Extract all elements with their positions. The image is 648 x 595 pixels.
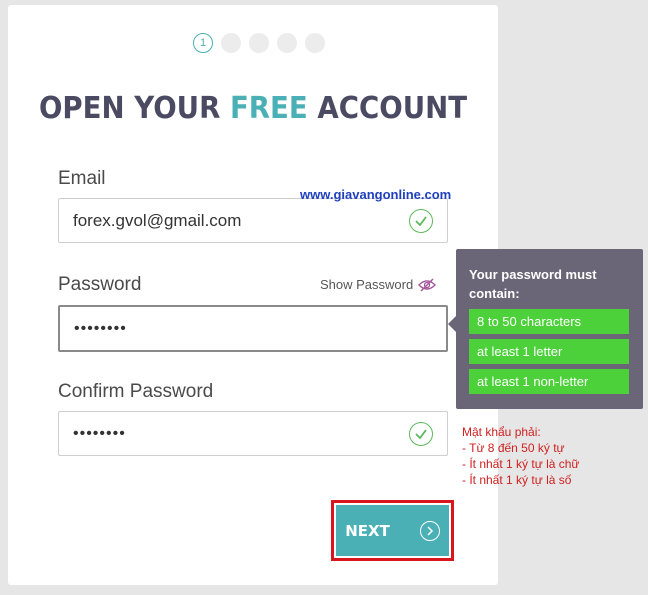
title-accent: FREE	[229, 91, 308, 126]
requirement-letter: at least 1 letter	[469, 339, 629, 364]
next-button[interactable]: NEXT	[336, 505, 449, 556]
requirement-length: 8 to 50 characters	[469, 309, 629, 334]
page-title: OPEN YOUR FREE ACCOUNT	[38, 91, 468, 126]
step-4	[277, 33, 297, 53]
requirement-non-letter: at least 1 non-letter	[469, 369, 629, 394]
chevron-right-icon	[419, 520, 440, 541]
eye-slash-icon	[418, 278, 437, 291]
step-1: 1	[193, 33, 213, 53]
show-password-toggle[interactable]: Show Password	[320, 277, 437, 292]
next-label: NEXT	[345, 521, 390, 540]
step-indicator: 1	[193, 33, 333, 53]
check-icon	[409, 208, 433, 233]
watermark-text: www.giavangonline.com	[300, 187, 452, 202]
email-value: forex.gvol@gmail.com	[73, 210, 242, 230]
password-label: Password	[58, 274, 142, 295]
email-field[interactable]: forex.gvol@gmail.com	[58, 198, 448, 243]
password-field[interactable]: ••••••••	[58, 305, 448, 352]
confirm-password-value: ••••••••	[73, 424, 126, 442]
confirm-password-label: Confirm Password	[58, 381, 214, 402]
step-2	[221, 33, 241, 53]
step-3	[249, 33, 269, 53]
confirm-password-field[interactable]: ••••••••	[58, 411, 448, 456]
note-line: - Ít nhất 1 ký tự là số	[462, 473, 572, 487]
password-value: ••••••••	[74, 319, 127, 337]
show-password-label: Show Password	[320, 277, 414, 292]
note-line: - Từ 8 đến 50 ký tự	[462, 441, 565, 455]
note-heading: Mật khẩu phải:	[462, 425, 541, 439]
email-label: Email	[58, 168, 106, 189]
password-requirements-tooltip: Your password must contain: 8 to 50 char…	[448, 249, 643, 409]
step-5	[305, 33, 325, 53]
check-icon	[409, 421, 433, 446]
tooltip-title: Your password must contain:	[469, 267, 597, 301]
note-line: - Ít nhất 1 ký tự là chữ	[462, 457, 580, 471]
vietnamese-note: Mật khẩu phải: - Từ 8 đến 50 ký tự - Ít …	[462, 424, 579, 488]
